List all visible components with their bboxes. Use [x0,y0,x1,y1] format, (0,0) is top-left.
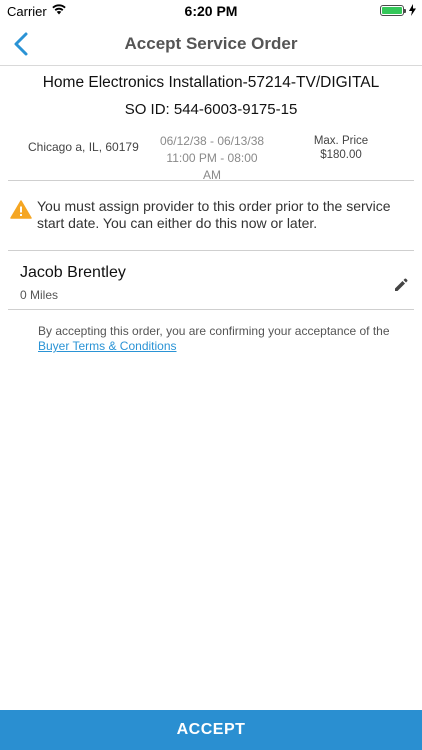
charging-bolt-icon [409,4,416,16]
date-range: 06/12/38 - 06/13/38 [159,134,265,148]
service-order-id: SO ID: 544-6003-9175-15 [124,101,298,118]
provider-warning: You must assign provider to this order p… [10,198,414,232]
warning-text: You must assign provider to this order p… [37,198,391,231]
provider-distance: 0 Miles [20,288,59,302]
terms-notice: By accepting this order, you are confirm… [38,324,398,354]
divider [8,180,414,181]
battery-level [382,7,402,14]
page-title: Accept Service Order [124,34,298,53]
order-info-row: Chicago a, IL, 60179 06/12/38 - 06/13/38… [0,128,422,182]
price-label: Max. Price [313,135,369,147]
navigation-bar: Accept Service Order [0,22,422,66]
status-bar: Carrier 6:20 PM [0,0,422,22]
provider-name: Jacob Brentley [20,264,126,281]
clock: 6:20 PM [184,3,238,19]
assigned-provider[interactable]: Jacob Brentley 0 Miles [8,252,414,308]
order-title: Home Electronics Installation-57214-TV/D… [42,74,380,91]
divider [8,309,414,310]
divider [8,250,414,251]
buyer-terms-link[interactable]: Buyer Terms & Conditions [38,339,177,353]
battery-icon [380,5,406,16]
accept-button[interactable]: ACCEPT [0,710,422,750]
order-price: Max. Price $180.00 [305,134,377,162]
time-range: 11:00 PM - 08:00 AM [166,151,258,182]
terms-text: By accepting this order, you are confirm… [38,324,390,338]
order-location: Chicago a, IL, 60179 [28,140,139,154]
price-value: $180.00 [320,149,362,161]
pencil-icon[interactable] [393,277,409,293]
warning-triangle-icon [10,200,32,219]
order-schedule: 06/12/38 - 06/13/38 11:00 PM - 08:00 AM [158,133,266,184]
